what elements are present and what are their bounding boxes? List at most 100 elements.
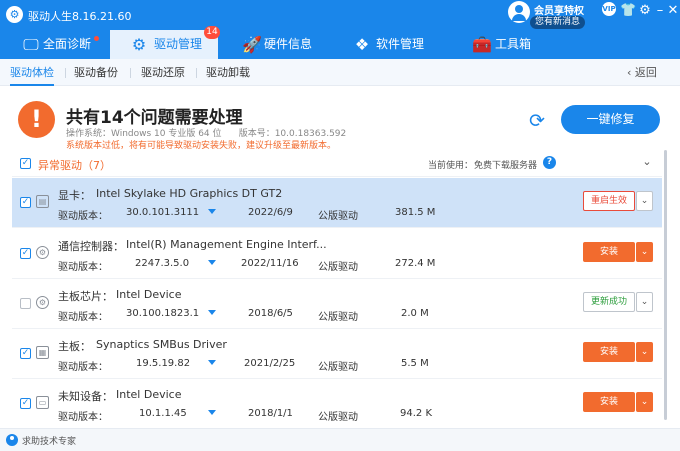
scrollbar-thumb[interactable] [664, 150, 667, 420]
driver-size: 2.0 M [401, 308, 429, 319]
scrollbar[interactable] [664, 150, 667, 425]
action-dropdown-icon[interactable]: ⌄ [636, 242, 653, 262]
row-checkbox[interactable]: ✓ [20, 197, 31, 208]
device-type: 通信控制器： [58, 240, 124, 253]
subtab-driver-restore[interactable]: 驱动还原 [141, 59, 185, 86]
subtab-driver-uninstall[interactable]: 驱动卸载 [206, 59, 250, 86]
device-name: Intel Skylake HD Graphics DT GT2 [96, 187, 283, 200]
chevron-down-icon[interactable]: ⌄ [640, 155, 654, 169]
warning-icon: ! [18, 101, 55, 138]
row-checkbox[interactable]: ✓ [20, 398, 31, 409]
app-grid-icon: ❖ [354, 35, 370, 54]
install-button[interactable]: 安装 [583, 342, 635, 362]
version-value: 19.5.19.82 [136, 358, 191, 369]
release-date: 2021/2/25 [244, 358, 296, 369]
driver-row[interactable]: ✓ ▤ 显卡： Intel Skylake HD Graphics DT GT2… [12, 178, 662, 228]
driver-row[interactable]: ✓ ⚙ 通信控制器： Intel(R) Management Engine In… [12, 229, 662, 279]
device-name: Intel(R) Management Engine Interf... [126, 238, 327, 251]
install-button[interactable]: 安装 [583, 242, 635, 262]
gear-icon: ⚙ [131, 35, 147, 54]
action-dropdown-icon[interactable]: ⌄ [636, 392, 653, 412]
tab-diagnosis[interactable]: 🖵 全面诊断 [0, 30, 106, 59]
row-checkbox[interactable]: ✓ [20, 248, 31, 259]
sub-nav-divider [196, 68, 197, 78]
notification-dot [94, 36, 99, 41]
monitor-icon: 🖵 [23, 35, 39, 54]
settings-gear-icon[interactable]: ⚙ [637, 3, 653, 19]
user-avatar[interactable] [508, 1, 530, 23]
refresh-icon[interactable]: ⟳ [526, 110, 548, 132]
message-bubble[interactable]: 您有新消息 [530, 16, 586, 29]
version-dropdown-icon[interactable] [208, 310, 216, 315]
server-link[interactable]: 免费下载服务器 [474, 158, 537, 171]
version-value: 30.0.101.3111 [126, 207, 200, 218]
update-success-button[interactable]: 更新成功 [583, 292, 635, 312]
support-agent-icon[interactable] [6, 434, 18, 446]
row-checkbox[interactable]: ✓ [20, 298, 31, 309]
tab-toolbox-label: 工具箱 [495, 37, 532, 51]
publisher: 公版驱动 [318, 412, 358, 423]
publisher: 公版驱动 [318, 262, 358, 273]
action-dropdown-icon[interactable]: ⌄ [636, 292, 653, 312]
publisher: 公版驱动 [318, 312, 358, 323]
app-title: 驱动人生8.16.21.60 [28, 10, 132, 23]
release-date: 2022/6/9 [248, 207, 293, 218]
version-label: 驱动版本： [58, 362, 108, 373]
tab-toolbox[interactable]: 🧰 工具箱 [464, 30, 564, 59]
tab-driver-management-label: 驱动管理 [154, 37, 203, 51]
tab-hardware-info[interactable]: 🚀 硬件信息 [232, 30, 332, 59]
version-value: 2247.3.5.0 [135, 258, 190, 269]
summary-title: 共有14个问题需要处理 [66, 108, 243, 128]
chip-icon: ⚙ [36, 296, 49, 309]
issue-count-badge: 14 [204, 26, 220, 39]
sub-nav-divider [65, 68, 66, 78]
device-type: 主板芯片： [58, 290, 113, 303]
device-type: 显卡： [58, 189, 91, 202]
version-dropdown-icon[interactable] [208, 360, 216, 365]
release-date: 2018/1/1 [248, 408, 293, 419]
action-dropdown-icon[interactable]: ⌄ [636, 342, 653, 362]
install-button[interactable]: 安装 [583, 392, 635, 412]
row-checkbox[interactable]: ✓ [20, 348, 31, 359]
driver-row[interactable]: ✓ ▭ 未知设备： Intel Device 驱动版本： 10.1.1.45 2… [12, 379, 662, 429]
motherboard-icon: ▦ [36, 346, 49, 359]
driver-size: 94.2 K [400, 408, 433, 419]
chevron-left-icon: ‹ [627, 66, 635, 79]
version-value: 10.1.1.45 [139, 408, 187, 419]
version-label: 驱动版本： [58, 211, 108, 222]
expert-help-link[interactable]: 求助技术专家 [22, 434, 76, 447]
subtab-driver-backup[interactable]: 驱动备份 [74, 59, 118, 86]
version-dropdown-icon[interactable] [208, 209, 216, 214]
device-type: 主板： [58, 340, 91, 353]
vip-badge-icon[interactable]: VIP [602, 2, 616, 16]
title-bar: ⚙ 驱动人生8.16.21.60 会员享特权 您有新消息 VIP 👕 ⚙ – ✕ [0, 0, 680, 30]
release-date: 2022/11/16 [241, 258, 299, 269]
back-label: 返回 [634, 66, 657, 79]
one-click-repair-button[interactable]: 一键修复 [561, 105, 660, 134]
back-button[interactable]: ‹ 返回 [627, 59, 657, 86]
tab-driver-management[interactable]: ⚙ 驱动管理 [110, 30, 218, 59]
tab-software-management[interactable]: ❖ 软件管理 [345, 30, 455, 59]
driver-row[interactable]: ✓ ▦ 主板： Synaptics SMBus Driver 驱动版本： 19.… [12, 329, 662, 379]
driver-row[interactable]: ✓ ⚙ 主板芯片： Intel Device 驱动版本： 30.100.1823… [12, 279, 662, 329]
version-value: 30.100.1823.1 [126, 308, 200, 319]
action-dropdown-icon[interactable]: ⌄ [636, 191, 653, 211]
select-all-checkbox[interactable]: ✓ [20, 158, 31, 169]
version-dropdown-icon[interactable] [208, 410, 216, 415]
tab-hardware-info-label: 硬件信息 [264, 37, 313, 51]
close-icon[interactable]: ✕ [665, 3, 680, 19]
shirt-skin-icon[interactable]: 👕 [620, 3, 636, 19]
subtab-driver-check[interactable]: 驱动体检 [10, 59, 54, 86]
toolbox-icon: 🧰 [472, 35, 492, 54]
restart-to-apply-button[interactable]: 重启生效 [583, 191, 635, 211]
monitor-device-icon: ▭ [36, 396, 49, 409]
vip-label[interactable]: 会员享特权 [534, 2, 584, 17]
driver-size: 272.4 M [395, 258, 436, 269]
help-icon[interactable]: ? [543, 156, 556, 169]
version-dropdown-icon[interactable] [208, 260, 216, 265]
chip-icon: ⚙ [36, 246, 49, 259]
publisher: 公版驱动 [318, 211, 358, 222]
tab-software-management-label: 软件管理 [376, 37, 425, 51]
device-name: Synaptics SMBus Driver [96, 338, 227, 351]
sub-nav: 驱动体检 驱动备份 驱动还原 驱动卸载 ‹ 返回 [0, 59, 680, 86]
